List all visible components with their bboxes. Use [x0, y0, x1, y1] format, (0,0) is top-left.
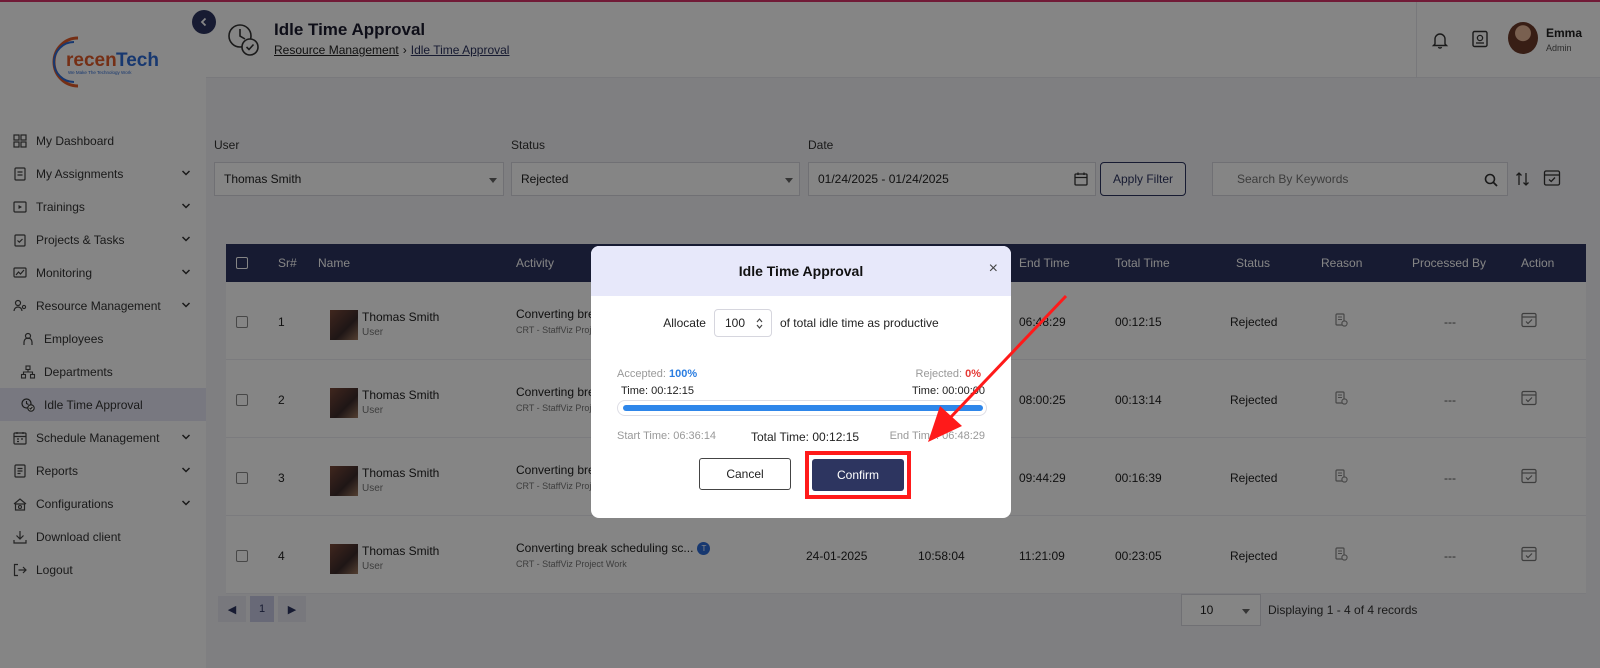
allocation-slider[interactable]	[617, 400, 987, 416]
end-time: End Time: 06:48:29	[889, 430, 985, 442]
allocate-row: Allocate 100 of total idle time as produ…	[591, 309, 1011, 337]
accepted-time: Time: 00:12:15	[621, 385, 694, 397]
stepper-arrows-icon[interactable]	[756, 317, 763, 330]
accepted-label: Accepted:	[617, 368, 666, 380]
total-time: Total Time: 00:12:15	[751, 430, 860, 444]
allocate-suffix: of total idle time as productive	[779, 316, 939, 330]
start-time: Start Time: 06:36:14	[617, 430, 717, 442]
modal-title: Idle Time Approval	[738, 263, 864, 279]
rejected-percent: 0%	[965, 368, 981, 380]
rejected-time: Time: 00:00:00	[912, 385, 985, 397]
idle-time-approval-modal: Idle Time Approval × Allocate 100 of tot…	[591, 246, 1011, 518]
close-icon[interactable]: ×	[989, 260, 998, 278]
accepted-percent: 100%	[668, 368, 698, 380]
rejected-summary: Rejected: 0%	[916, 368, 981, 380]
allocation-slider-fill	[623, 405, 983, 411]
accepted-summary: Accepted: 100%	[617, 368, 697, 380]
confirm-button[interactable]: Confirm	[812, 459, 904, 491]
allocate-percent-value: 100	[724, 316, 745, 330]
cancel-button[interactable]: Cancel	[699, 458, 791, 490]
allocate-percent-stepper[interactable]: 100	[713, 309, 772, 337]
rejected-label: Rejected:	[915, 368, 963, 380]
modal-header: Idle Time Approval ×	[591, 246, 1011, 296]
allocate-label: Allocate	[663, 316, 706, 330]
